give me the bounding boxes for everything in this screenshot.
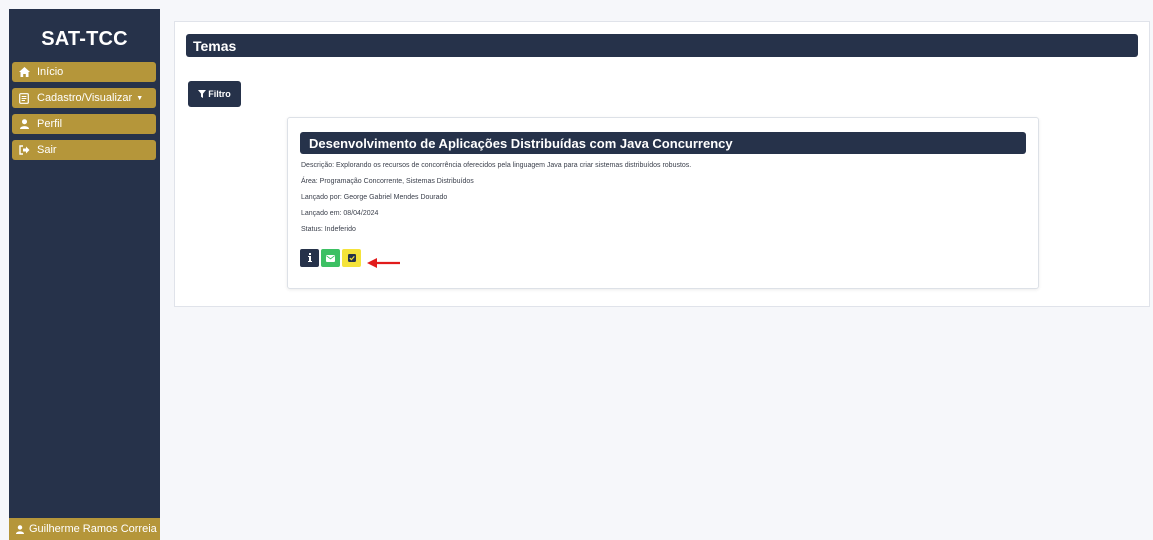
card-launched-by: Lançado por: George Gabriel Mendes Doura… <box>301 194 448 201</box>
card-description: Descrição: Explorando os recursos de con… <box>301 162 692 169</box>
info-icon <box>307 249 312 267</box>
card-launched-on: Lançado em: 08/04/2024 <box>301 210 379 217</box>
sidebar-menu: Início Cadastro/Visualizar ▼ Perfil Sair <box>12 62 156 166</box>
card-area: Área: Programação Concorrente, Sistemas … <box>301 178 474 185</box>
annotation-arrow-icon <box>367 256 401 274</box>
sidebar: SAT-TCC Início Cadastro/Visualizar ▼ Per… <box>9 9 160 540</box>
card-actions <box>300 249 361 267</box>
filter-icon <box>198 90 207 98</box>
filter-label: Filtro <box>208 89 231 99</box>
page-title: Temas <box>186 34 1138 57</box>
envelope-icon <box>326 249 335 267</box>
card-body: Descrição: Explorando os recursos de con… <box>301 161 691 241</box>
sidebar-item-inicio[interactable]: Início <box>12 62 156 82</box>
caret-down-icon: ▼ <box>136 94 144 102</box>
user-name: Guilherme Ramos Correia <box>29 523 157 535</box>
user-icon <box>15 524 25 534</box>
sidebar-item-label: Cadastro/Visualizar <box>37 92 133 104</box>
sidebar-item-cadastro-visualizar[interactable]: Cadastro/Visualizar ▼ <box>12 88 156 108</box>
sidebar-item-perfil[interactable]: Perfil <box>12 114 156 134</box>
sign-out-icon <box>18 144 30 156</box>
filter-button[interactable]: Filtro <box>188 81 241 107</box>
info-button[interactable] <box>300 249 319 267</box>
sidebar-item-label: Sair <box>37 144 57 156</box>
card-status: Status: Indeferido <box>301 226 356 233</box>
sidebar-item-sair[interactable]: Sair <box>12 140 156 160</box>
user-profile-bar[interactable]: Guilherme Ramos Correia <box>9 518 160 540</box>
sidebar-item-label: Início <box>37 66 64 78</box>
home-icon <box>18 66 30 78</box>
card-title: Desenvolvimento de Aplicações Distribuíd… <box>300 132 1026 154</box>
user-icon <box>18 118 30 130</box>
sidebar-item-label: Perfil <box>37 118 63 130</box>
evaluate-button[interactable] <box>342 249 361 267</box>
clipboard-icon <box>18 92 30 104</box>
send-message-button[interactable] <box>321 249 340 267</box>
brand-title: SAT-TCC <box>41 28 128 50</box>
check-square-icon <box>347 249 356 267</box>
main-panel: Temas Filtro Desenvolvimento de Aplicaçõ… <box>174 21 1150 307</box>
